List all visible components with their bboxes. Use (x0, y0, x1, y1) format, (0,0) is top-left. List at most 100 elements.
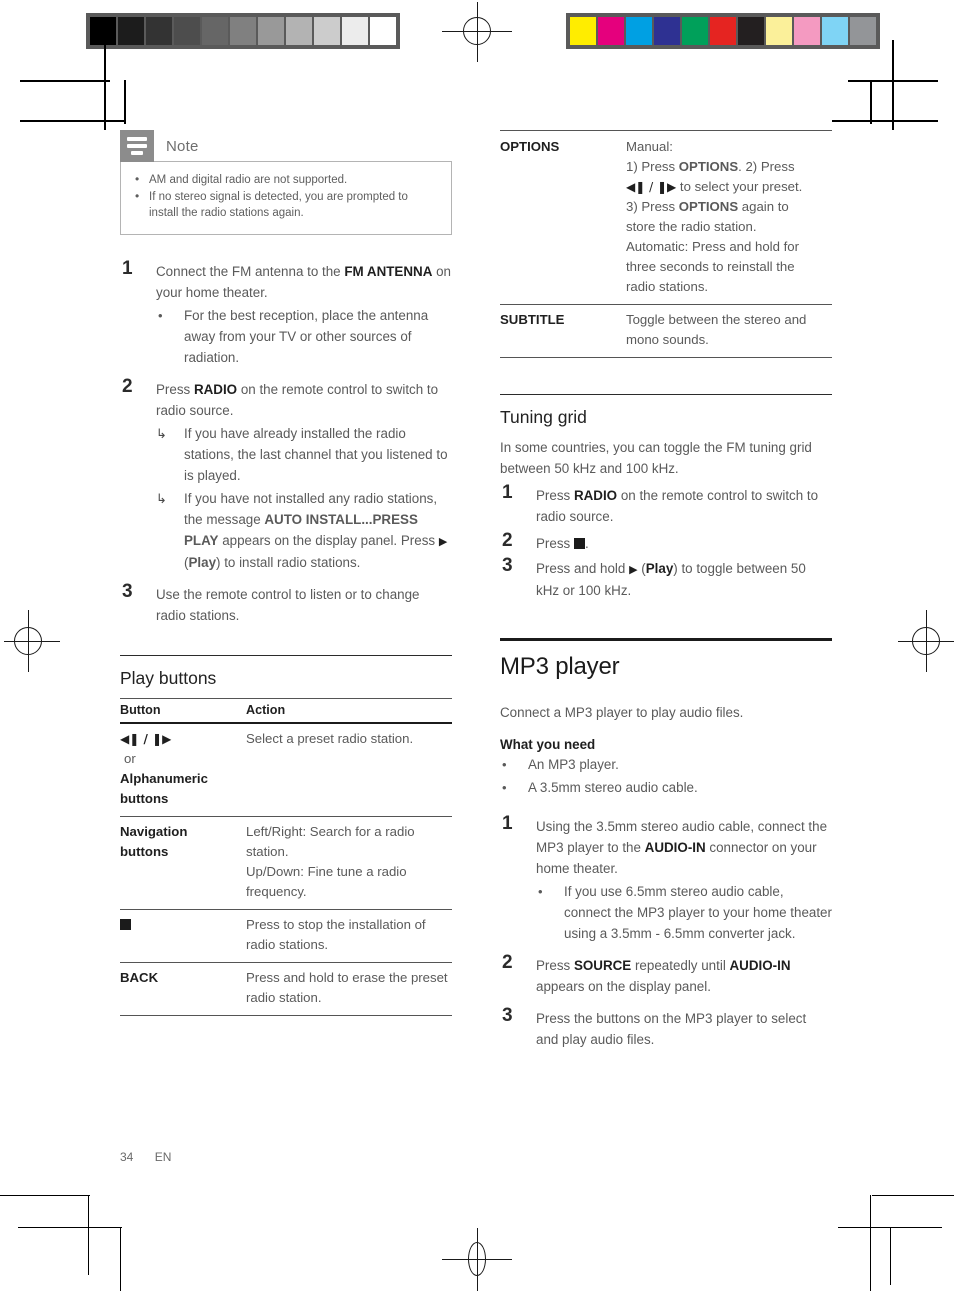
bullet-icon: • (158, 308, 163, 323)
step-text: Press SOURCE repeatedly until AUDIO-IN a… (536, 958, 791, 994)
crop-mark-bottom-right (838, 1195, 954, 1291)
cell-action: Press and hold to erase the preset radio… (246, 962, 452, 1016)
table-row: OPTIONS Manual: 1) Press OPTIONS. 2) Pre… (500, 130, 832, 305)
cell-value-subtitle: Toggle between the stereo and mono sound… (626, 304, 832, 358)
cell-action-line: Up/Down: Fine tune a radio frequency. (246, 864, 407, 899)
gray-swatch (286, 17, 312, 45)
registration-mark-right (898, 610, 954, 672)
mp3-steps: 1 Using the 3.5mm stereo audio cable, co… (500, 813, 832, 1050)
play-buttons-table: Button Action ◀❚ / ❚▶ or Alphanumeric bu… (120, 698, 452, 1016)
sub-item: • If you use 6.5mm stereo audio cable, co… (536, 881, 832, 944)
arrow-result-icon: ↳ (156, 491, 167, 506)
sub-item: ↳ If you have not installed any radio sta… (156, 488, 452, 573)
step-number: 1 (502, 482, 513, 503)
page-language: EN (154, 1150, 172, 1164)
cell-button: ◀❚ / ❚▶ or Alphanumeric buttons (120, 723, 246, 817)
step-item: 1 Press RADIO on the remote control to s… (500, 482, 832, 527)
step-number: 3 (502, 1005, 513, 1026)
color-swatch (738, 17, 764, 45)
table-row: Press to stop the installation of radio … (120, 909, 452, 963)
step-number: 1 (502, 813, 513, 834)
table-row: Navigation buttons Left/Right: Search fo… (120, 816, 452, 910)
arrow-result-icon: ↳ (156, 426, 167, 441)
step-item: 1 Using the 3.5mm stereo audio cable, co… (500, 813, 832, 944)
sub-item: • A 3.5mm stereo audio cable. (500, 777, 832, 798)
step-text: Press and hold ▶ (Play) to toggle betwee… (536, 561, 806, 598)
gray-swatch (314, 17, 340, 45)
step-item: 3 Use the remote control to listen or to… (120, 581, 452, 626)
sub-item-text: If you have not installed any radio stat… (184, 491, 448, 570)
gray-swatch (202, 17, 228, 45)
sub-item: ↳ If you have already installed the radio… (156, 423, 452, 486)
color-swatch (766, 17, 792, 45)
radio-setup-steps: 1 Connect the FM antenna to the FM ANTEN… (120, 258, 452, 626)
color-calibration-strip (566, 13, 880, 49)
column-header-action: Action (246, 698, 452, 724)
prev-next-track-icon: ◀❚ / ❚▶ (120, 732, 172, 746)
registration-mark-top (442, 2, 512, 62)
step-number: 3 (502, 555, 513, 576)
step-text: Press RADIO on the remote control to swi… (536, 488, 819, 524)
what-you-need-title: What you need (500, 737, 596, 752)
gray-swatch (370, 17, 396, 45)
tuning-grid-intro: In some countries, you can toggle the FM… (500, 440, 812, 476)
page-footer: 34 EN (120, 1150, 171, 1164)
options-line: ◀❚ / ❚▶ to select your preset. (626, 179, 803, 194)
color-swatch (682, 17, 708, 45)
step-text: Using the 3.5mm stereo audio cable, conn… (536, 819, 828, 876)
cell-key-subtitle: SUBTITLE (500, 304, 626, 358)
tuning-grid-steps: 1 Press RADIO on the remote control to s… (500, 482, 832, 601)
step-item: 2 Press SOURCE repeatedly until AUDIO-IN… (500, 952, 832, 997)
gray-swatch (258, 17, 284, 45)
step-number: 2 (502, 952, 513, 973)
gray-swatch (342, 17, 368, 45)
options-line: 3) Press OPTIONS again to (626, 199, 789, 214)
gray-swatch (230, 17, 256, 45)
step-number: 1 (122, 258, 133, 279)
step-sub-list: ↳ If you have already installed the radio… (156, 423, 452, 573)
color-swatch (598, 17, 624, 45)
step-item: 2 Press RADIO on the remote control to s… (120, 376, 452, 573)
page-number: 34 (120, 1150, 134, 1164)
options-line: Automatic: Press and hold for (626, 239, 799, 254)
note-item: AM and digital radio are not supported. (133, 171, 439, 188)
play-icon: ▶ (629, 563, 638, 576)
sub-item-text: An MP3 player. (528, 757, 619, 772)
cell-action: Press to stop the installation of radio … (246, 909, 452, 963)
table-header-row: Button Action (120, 698, 452, 724)
color-swatch (794, 17, 820, 45)
table-row: SUBTITLE Toggle between the stereo and m… (500, 304, 832, 358)
crop-mark-top-left (20, 40, 126, 130)
options-line: 1) Press OPTIONS. 2) Press (626, 159, 795, 174)
step-text: Press RADIO on the remote control to swi… (156, 382, 439, 418)
what-you-need-list: • An MP3 player. • A 3.5mm stereo audio ca… (500, 754, 832, 798)
color-swatch (570, 17, 596, 45)
step-item: 3 Press the buttons on the MP3 player to… (500, 1005, 832, 1050)
gray-swatch (118, 17, 144, 45)
registration-mark-bottom (442, 1228, 512, 1291)
step-number: 2 (502, 530, 513, 551)
bullet-icon: • (538, 884, 543, 899)
grayscale-calibration-strip (86, 13, 400, 49)
options-line: store the radio station. (626, 219, 757, 234)
column-header-button: Button (120, 698, 246, 724)
note-title: Note (166, 137, 199, 155)
note-box: Note AM and digital radio are not suppor… (120, 130, 452, 235)
sub-item-text: If you use 6.5mm stereo audio cable, con… (564, 884, 832, 941)
options-line: three seconds to reinstall the (626, 259, 795, 274)
bullet-icon: • (502, 780, 507, 795)
cell-action: Select a preset radio station. (246, 723, 452, 817)
left-column: Note AM and digital radio are not suppor… (120, 130, 452, 1016)
sub-item: • For the best reception, place the anten… (156, 305, 452, 368)
sub-item-text: A 3.5mm stereo audio cable. (528, 780, 698, 795)
sub-item-text: If you have already installed the radio … (184, 426, 448, 483)
step-sub-list: • If you use 6.5mm stereo audio cable, co… (536, 881, 832, 944)
prev-next-track-icon: ◀❚ / ❚▶ (626, 180, 677, 194)
cell-key-options: OPTIONS (500, 130, 626, 305)
color-swatch (626, 17, 652, 45)
step-sub-list: • For the best reception, place the anten… (156, 305, 452, 368)
play-icon: ▶ (438, 535, 448, 548)
cell-value-options: Manual: 1) Press OPTIONS. 2) Press ◀❚ / … (626, 130, 832, 305)
cell-or-label: or (124, 751, 136, 766)
cell-button-extra: Alphanumeric buttons (120, 771, 208, 806)
